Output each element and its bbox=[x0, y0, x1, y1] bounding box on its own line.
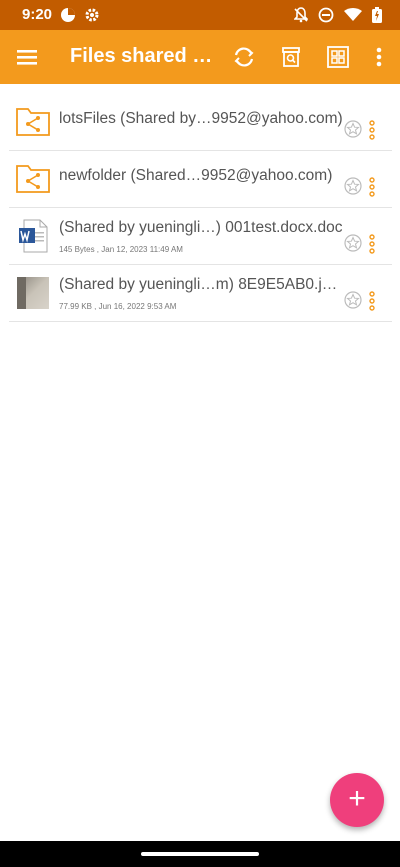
star-icon[interactable] bbox=[344, 120, 362, 138]
file-name: lotsFiles (Shared by…9952@yahoo.com) bbox=[59, 110, 343, 127]
word-document-icon bbox=[15, 219, 51, 253]
item-more-icon[interactable] bbox=[367, 234, 377, 254]
list-item[interactable]: lotsFiles (Shared by…9952@yahoo.com) bbox=[9, 94, 392, 151]
file-meta: 145 Bytes , Jan 12, 2023 11:49 AM bbox=[59, 245, 183, 254]
grid-view-icon[interactable] bbox=[325, 44, 351, 70]
notifications-off-icon bbox=[293, 7, 309, 28]
file-list: lotsFiles (Shared by…9952@yahoo.com) new… bbox=[0, 94, 400, 322]
add-button[interactable]: + bbox=[330, 773, 384, 827]
list-item[interactable]: (Shared by yueningli…) 001test.docx.doc … bbox=[9, 208, 392, 265]
home-gesture-handle[interactable] bbox=[141, 852, 259, 856]
sync-icon[interactable] bbox=[231, 44, 257, 70]
star-icon[interactable] bbox=[344, 291, 362, 309]
list-item[interactable]: newfolder (Shared…9952@yahoo.com) bbox=[9, 151, 392, 208]
archive-search-icon[interactable] bbox=[278, 44, 304, 70]
file-name: (Shared by yueningli…m) 8E9E5AB0.jpeg bbox=[59, 276, 344, 293]
item-more-icon[interactable] bbox=[367, 177, 377, 197]
navigation-bar bbox=[0, 841, 400, 867]
item-more-icon[interactable] bbox=[367, 291, 377, 311]
list-item[interactable]: (Shared by yueningli…m) 8E9E5AB0.jpeg 77… bbox=[9, 265, 392, 322]
menu-icon[interactable] bbox=[14, 44, 40, 70]
wifi-icon bbox=[344, 8, 362, 27]
page-title: Files shared w… bbox=[70, 45, 216, 67]
status-bar: 9:20 bbox=[0, 0, 400, 30]
image-thumbnail-icon bbox=[15, 276, 51, 310]
file-name: (Shared by yueningli…) 001test.docx.doc bbox=[59, 219, 343, 236]
do-not-disturb-icon bbox=[318, 7, 334, 28]
star-icon[interactable] bbox=[344, 177, 362, 195]
battery-icon bbox=[372, 7, 382, 28]
item-more-icon[interactable] bbox=[367, 120, 377, 140]
file-meta: 77.99 KB , Jun 16, 2022 9:53 AM bbox=[59, 302, 177, 311]
star-icon[interactable] bbox=[344, 234, 362, 252]
app-bar: Files shared w… bbox=[0, 30, 400, 84]
shared-folder-icon bbox=[15, 105, 51, 139]
status-time: 9:20 bbox=[22, 6, 53, 23]
more-vert-icon[interactable] bbox=[366, 44, 392, 70]
settings-icon bbox=[84, 7, 100, 28]
shared-folder-icon bbox=[15, 162, 51, 196]
file-name: newfolder (Shared…9952@yahoo.com) bbox=[59, 167, 333, 184]
app-icon bbox=[60, 7, 76, 28]
